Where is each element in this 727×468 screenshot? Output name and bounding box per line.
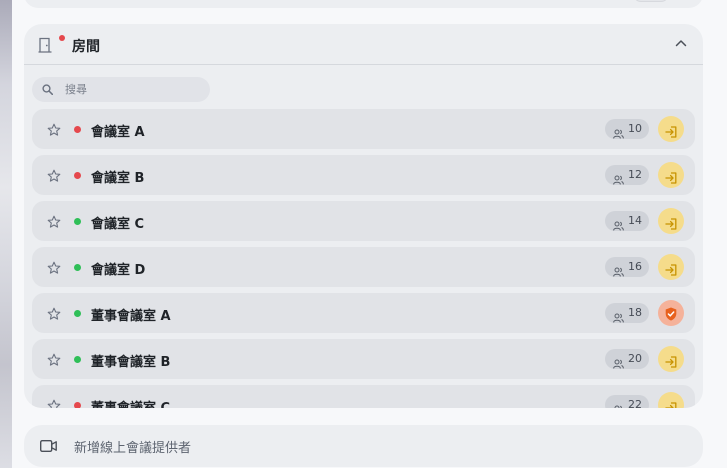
people-icon <box>613 262 624 277</box>
room-status-dot <box>74 356 81 363</box>
room-status-dot <box>74 172 81 179</box>
capacity-value: 22 <box>628 398 642 408</box>
previous-section-card <box>24 0 703 8</box>
capacity-badge: 18 <box>605 303 649 323</box>
room-row[interactable]: 會議室 D 16 <box>32 247 695 287</box>
star-outline-icon[interactable] <box>47 306 61 320</box>
join-room-button[interactable] <box>658 392 684 408</box>
people-icon <box>613 170 624 185</box>
room-row[interactable]: 董事會議室 A 18 <box>32 293 695 333</box>
join-room-button[interactable] <box>658 162 684 188</box>
room-name: 會議室 D <box>91 263 146 278</box>
room-name: 會議室 A <box>91 125 145 140</box>
people-icon <box>613 308 624 323</box>
enter-icon <box>665 169 677 184</box>
enter-icon <box>665 399 677 408</box>
join-room-button[interactable] <box>658 208 684 234</box>
background-window-edge <box>0 0 12 468</box>
capacity-value: 20 <box>628 352 642 365</box>
room-status-dot <box>74 310 81 317</box>
room-status-dot <box>74 264 81 271</box>
capacity-badge: 20 <box>605 349 649 369</box>
rooms-panel-title: 房間 <box>72 39 100 55</box>
enter-icon <box>665 123 677 138</box>
video-camera-icon <box>40 440 57 452</box>
search-icon <box>42 84 53 95</box>
room-name: 董事會議室 B <box>91 355 171 370</box>
chevron-up-icon[interactable] <box>675 39 687 47</box>
notification-dot <box>59 35 65 41</box>
room-search-box[interactable] <box>32 77 210 102</box>
enter-icon <box>665 353 677 368</box>
people-icon <box>613 124 624 139</box>
room-name: 會議室 C <box>91 217 145 232</box>
room-row[interactable]: 董事會議室 C 22 <box>32 385 695 408</box>
capacity-badge: 16 <box>605 257 649 277</box>
capacity-value: 12 <box>628 168 642 181</box>
room-status-dot <box>74 402 81 408</box>
join-room-button[interactable] <box>658 346 684 372</box>
rooms-panel: 房間 會議室 A 10 會議室 B 12 會議室 C 14 會議室 D 16 董事會議室 A 18… <box>24 24 703 408</box>
join-room-button[interactable] <box>658 116 684 142</box>
add-meeting-provider-button[interactable]: 新增線上會議提供者 <box>24 425 703 467</box>
star-outline-icon[interactable] <box>47 214 61 228</box>
capacity-badge: 22 <box>605 395 649 408</box>
capacity-value: 16 <box>628 260 642 273</box>
capacity-badge: 12 <box>605 165 649 185</box>
door-icon <box>38 37 52 53</box>
join-room-button[interactable] <box>658 254 684 280</box>
star-outline-icon[interactable] <box>47 352 61 366</box>
capacity-value: 14 <box>628 214 642 227</box>
previous-section-control <box>633 0 669 2</box>
room-status-dot <box>74 218 81 225</box>
people-icon <box>613 400 624 408</box>
room-name: 董事會議室 C <box>91 397 170 408</box>
people-icon <box>613 354 624 369</box>
room-name: 董事會議室 A <box>91 309 171 324</box>
capacity-value: 18 <box>628 306 642 319</box>
star-outline-icon[interactable] <box>47 398 61 408</box>
star-outline-icon[interactable] <box>47 122 61 136</box>
star-outline-icon[interactable] <box>47 260 61 274</box>
capacity-badge: 10 <box>605 119 649 139</box>
room-list: 會議室 A 10 會議室 B 12 會議室 C 14 會議室 D 16 董事會議室 A 18 董事會… <box>32 109 695 408</box>
room-row[interactable]: 董事會議室 B 20 <box>32 339 695 379</box>
add-meeting-provider-label: 新增線上會議提供者 <box>74 441 192 456</box>
people-icon <box>613 216 624 231</box>
room-status-dot <box>74 126 81 133</box>
room-search-input[interactable] <box>65 77 200 102</box>
enter-icon <box>665 215 677 230</box>
room-row[interactable]: 會議室 B 12 <box>32 155 695 195</box>
enter-icon <box>665 261 677 276</box>
star-outline-icon[interactable] <box>47 168 61 182</box>
rooms-panel-header[interactable]: 房間 <box>24 24 703 65</box>
capacity-value: 10 <box>628 122 642 135</box>
capacity-badge: 14 <box>605 211 649 231</box>
room-admin-button[interactable] <box>658 300 684 326</box>
room-name: 會議室 B <box>91 171 145 186</box>
shield-check-icon <box>665 306 677 321</box>
room-row[interactable]: 會議室 C 14 <box>32 201 695 241</box>
room-row[interactable]: 會議室 A 10 <box>32 109 695 149</box>
